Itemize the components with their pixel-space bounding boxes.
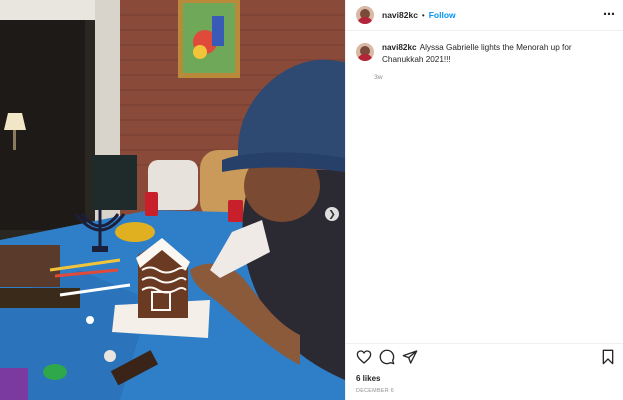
- post-photo[interactable]: ❯: [0, 0, 345, 400]
- photo-scene: [0, 0, 345, 400]
- more-horizontal-icon[interactable]: ⋯: [603, 8, 616, 20]
- post-header: navi82kc • Follow ⋯: [346, 0, 623, 31]
- next-image-button[interactable]: ❯: [325, 207, 339, 221]
- caption-time[interactable]: 3w: [374, 74, 614, 81]
- likes-count[interactable]: 6 likes: [356, 374, 380, 383]
- author-avatar[interactable]: [356, 6, 374, 24]
- share-icon[interactable]: [402, 349, 418, 365]
- caption-avatar[interactable]: [356, 43, 374, 61]
- follow-button[interactable]: Follow: [429, 10, 456, 20]
- bookmark-icon[interactable]: [600, 349, 616, 365]
- caption-username[interactable]: navi82kc: [382, 43, 417, 52]
- separator-dot: •: [421, 10, 425, 20]
- comment-icon[interactable]: [379, 349, 395, 365]
- post-date: DECEMBER 6: [356, 388, 395, 394]
- post-side-panel: navi82kc • Follow ⋯ navi82kc Alyssa Gabri…: [345, 0, 623, 400]
- heart-icon[interactable]: [356, 349, 372, 365]
- chevron-right-icon: ❯: [328, 208, 336, 219]
- author-username[interactable]: navi82kc: [382, 10, 418, 20]
- instagram-post: ❯ navi82kc • Follow ⋯ navi82kc Alyssa Gab…: [0, 0, 623, 400]
- action-bar: [346, 343, 623, 369]
- post-caption: navi82kc Alyssa Gabrielle lights the Meno…: [356, 42, 614, 81]
- caption-text-block: navi82kc Alyssa Gabrielle lights the Meno…: [382, 42, 614, 66]
